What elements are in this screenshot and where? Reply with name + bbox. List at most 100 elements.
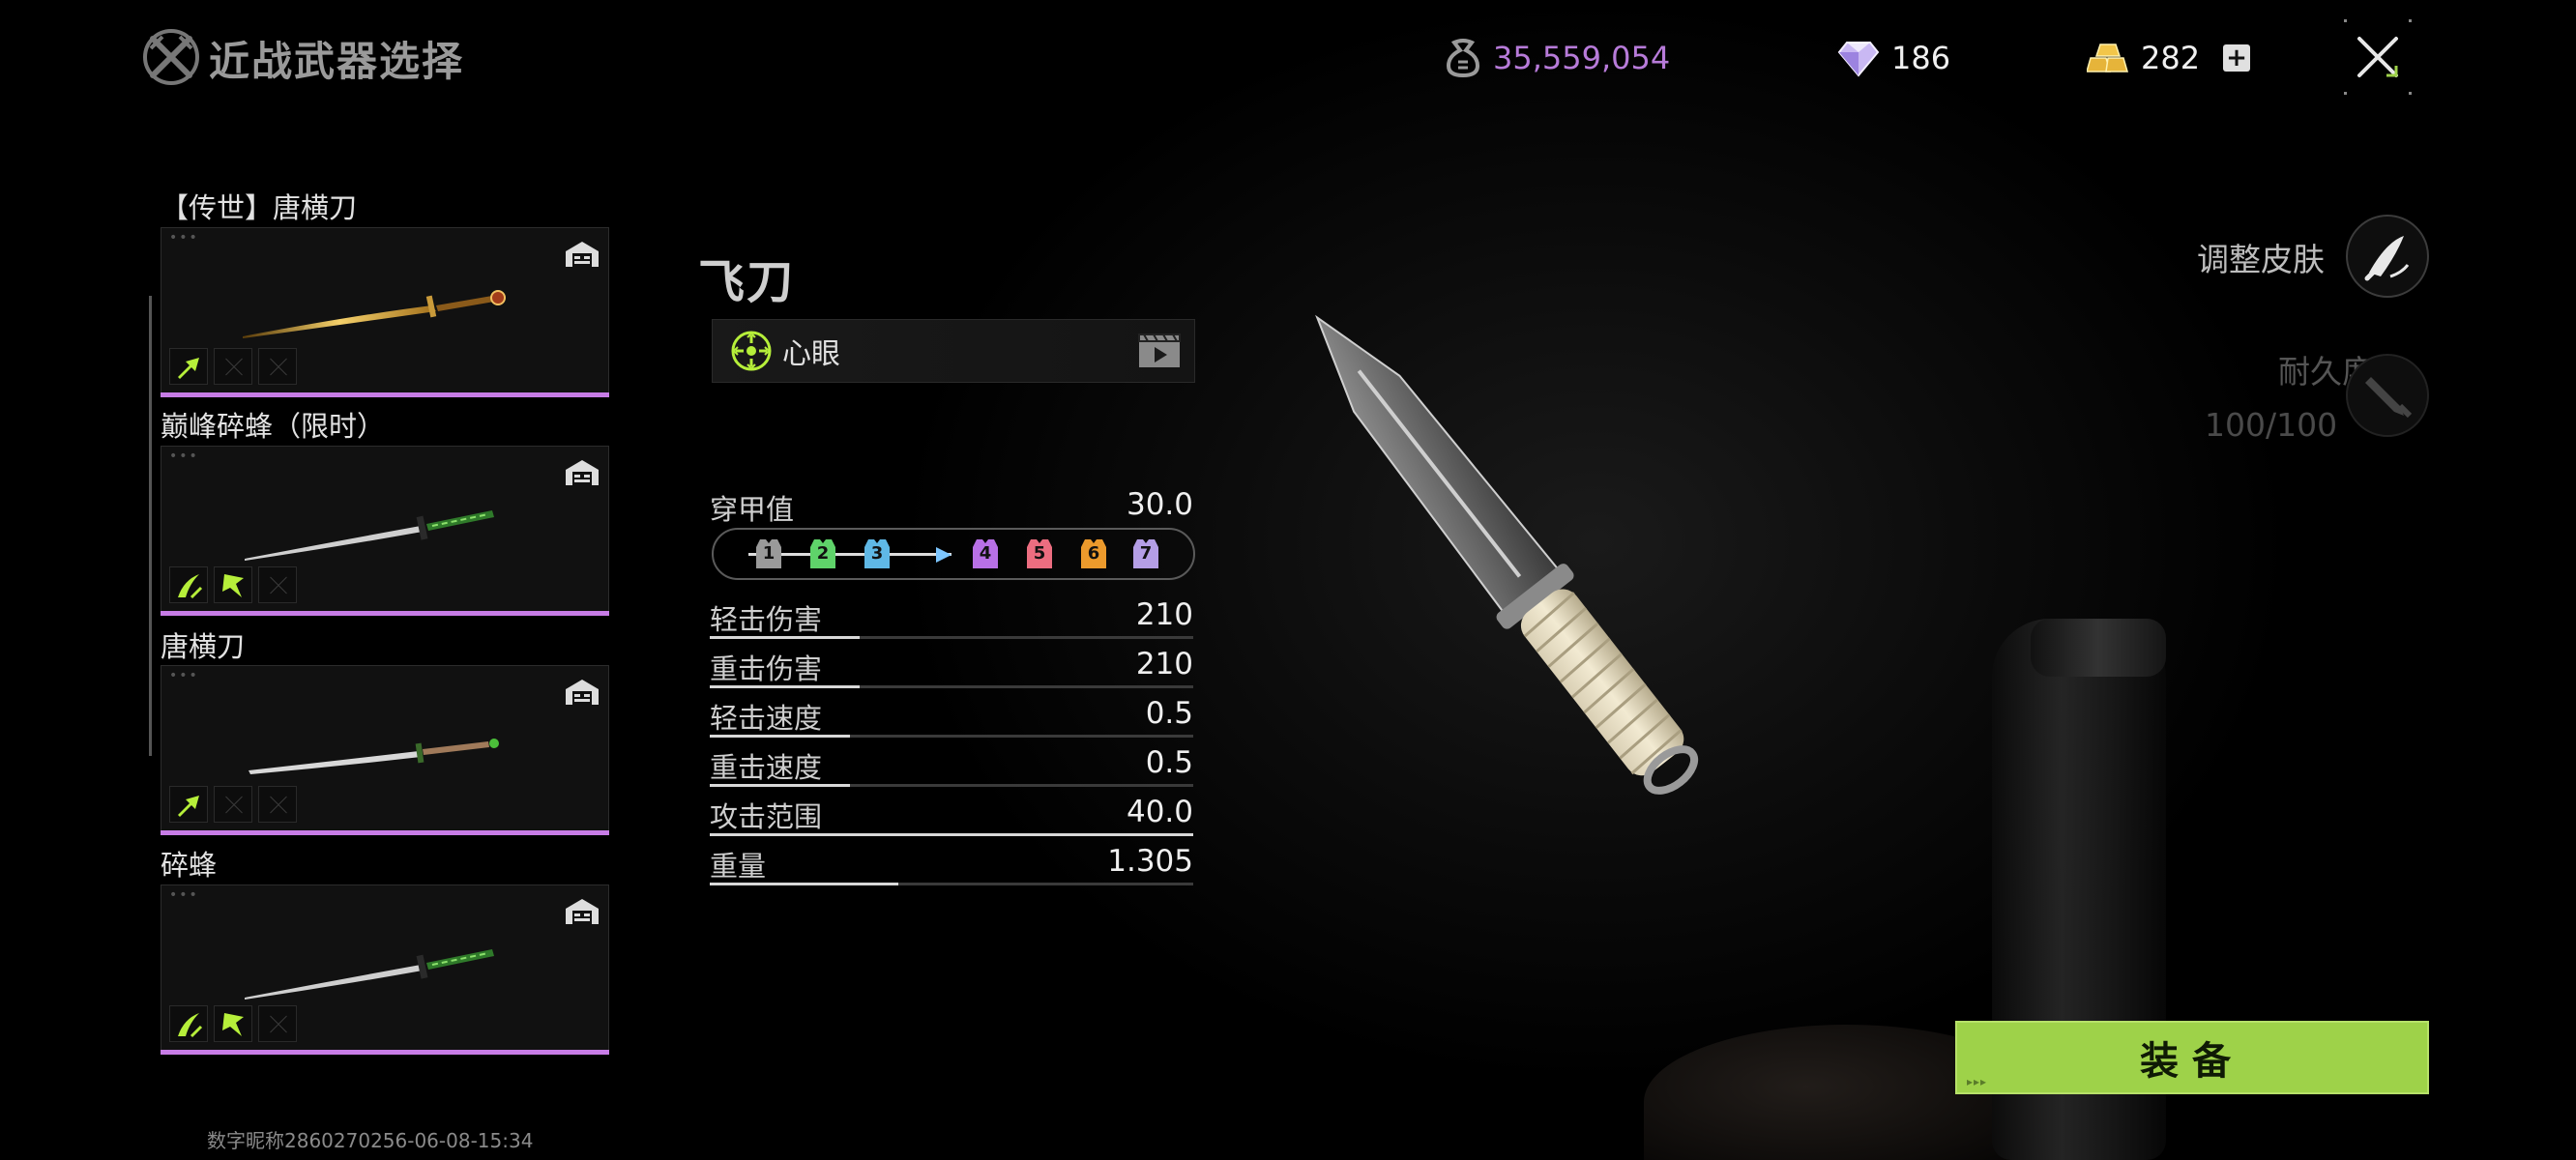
diamond-display: 186 <box>1837 35 1950 81</box>
stat-value: 210 <box>1135 647 1193 682</box>
armor-value: 30.0 <box>1126 487 1193 522</box>
stat-heavy-speed: 重击速度 0.5 <box>710 745 1193 790</box>
rarity-bar <box>161 611 609 616</box>
vest-level-3-label: 3 <box>870 543 884 564</box>
close-icon <box>2344 19 2412 95</box>
video-icon[interactable] <box>1138 334 1181 368</box>
stat-value: 0.5 <box>1145 696 1193 731</box>
gold-amount: 282 <box>2141 40 2201 76</box>
vest-level-2-label: 2 <box>816 543 830 564</box>
stat-fill <box>710 636 860 639</box>
empty-slot <box>214 348 252 385</box>
weapon-label: 唐横刀 <box>161 630 246 663</box>
lunge-icon <box>178 358 199 379</box>
stat-label: 重击伤害 <box>710 652 823 685</box>
crossed-blades-icon <box>143 29 199 85</box>
garage-icon <box>566 899 599 924</box>
durability-value: 100/100 <box>2205 406 2338 444</box>
slash-icon <box>178 574 203 599</box>
empty-slot <box>258 566 297 603</box>
stat-value: 0.5 <box>1145 745 1193 780</box>
vest-level-4-label: 4 <box>979 543 992 564</box>
equip-button[interactable]: 装备 ▸▸▸ <box>1955 1021 2429 1094</box>
empty-slot <box>258 786 297 823</box>
stat-label: 轻击速度 <box>710 702 823 735</box>
weapon-label: 巅峰碎蜂（限时） <box>161 410 386 443</box>
strike-icon <box>222 1013 244 1036</box>
armor-label: 穿甲值 <box>710 493 795 526</box>
garage-icon <box>566 460 599 485</box>
card-dots: ••• <box>169 668 199 683</box>
vest-level-7-label: 7 <box>1139 543 1153 564</box>
footer-watermark: 数字昵称2860270256-06-08-15:34 <box>207 1129 534 1152</box>
weapon-card[interactable]: ••• <box>161 665 609 835</box>
stat-light-damage: 轻击伤害 210 <box>710 597 1193 642</box>
card-dots: ••• <box>169 230 199 246</box>
weapon-card[interactable]: ••• <box>161 446 609 616</box>
stat-weight: 重量 1.305 <box>710 844 1193 888</box>
empty-slot <box>258 1005 297 1042</box>
mod-slot <box>169 566 208 603</box>
money-display: 35,559,054 <box>1445 35 1670 81</box>
garage-icon <box>566 680 599 705</box>
equip-label: 装备 <box>2140 1039 2244 1084</box>
stat-track <box>710 833 1193 836</box>
stat-label: 轻击伤害 <box>710 603 823 636</box>
armor-level-bar: 1 2 3 4 5 6 7 <box>712 528 1195 580</box>
garage-icon <box>566 242 599 267</box>
weapon-label: 碎蜂 <box>161 849 218 882</box>
stat-label: 攻击范围 <box>710 800 823 833</box>
lunge-icon <box>178 796 199 817</box>
weapon-card[interactable]: ••• <box>161 227 609 397</box>
armor-stat: 穿甲值 30.0 <box>710 487 1193 526</box>
gold-sword-image <box>243 290 506 338</box>
weapon-list-scrollbar[interactable] <box>149 296 152 756</box>
rarity-bar <box>161 392 609 397</box>
empty-slot <box>258 348 297 385</box>
stat-attack-range: 攻击范围 40.0 <box>710 795 1193 839</box>
adjust-skin-label: 调整皮肤 <box>2197 241 2325 278</box>
stat-value: 1.305 <box>1107 844 1193 879</box>
katana-image <box>245 949 494 1000</box>
stat-fill <box>710 685 860 688</box>
stat-value: 210 <box>1135 597 1193 632</box>
stat-heavy-damage: 重击伤害 210 <box>710 647 1193 691</box>
weapon-label: 【传世】唐横刀 <box>161 191 358 224</box>
card-dots: ••• <box>169 887 199 903</box>
skill-row[interactable]: 心眼 <box>712 319 1195 383</box>
card-dots: ••• <box>169 449 199 464</box>
mod-slot <box>169 348 208 385</box>
empty-slot <box>214 786 252 823</box>
sabre-image <box>249 739 499 774</box>
stat-label: 重击速度 <box>710 751 823 784</box>
money-amount: 35,559,054 <box>1493 40 1671 76</box>
throwing-knife-image <box>1315 314 1699 795</box>
weapon-card[interactable]: ••• <box>161 884 609 1055</box>
stat-fill <box>710 833 1193 836</box>
add-gold-button[interactable]: + <box>2223 44 2251 72</box>
skin-brush-icon <box>2364 236 2410 281</box>
stat-label: 重量 <box>710 850 767 883</box>
stat-light-speed: 轻击速度 0.5 <box>710 696 1193 740</box>
katana-image <box>245 510 494 561</box>
gold-display: 282 + <box>2087 35 2251 81</box>
stat-fill <box>710 883 898 885</box>
stat-track <box>710 636 1193 639</box>
stat-value: 40.0 <box>1126 795 1193 829</box>
gold-bars-icon <box>2087 44 2128 72</box>
crosshair-eye-icon <box>731 331 772 371</box>
rarity-bar <box>161 830 609 835</box>
slash-icon <box>178 1013 203 1038</box>
skill-name: 心眼 <box>782 337 840 371</box>
background-bottle-neck <box>2031 619 2166 677</box>
stat-track <box>710 685 1193 688</box>
vest-level-6-label: 6 <box>1087 543 1100 564</box>
close-button[interactable] <box>2342 17 2414 97</box>
money-bag-icon <box>1446 39 1480 77</box>
armor-arrow-icon <box>936 547 951 563</box>
adjust-skin-button[interactable] <box>2346 215 2429 298</box>
stat-fill <box>710 735 850 738</box>
repair-button[interactable] <box>2346 354 2429 437</box>
stat-track <box>710 883 1193 885</box>
vest-level-5-label: 5 <box>1033 543 1046 564</box>
